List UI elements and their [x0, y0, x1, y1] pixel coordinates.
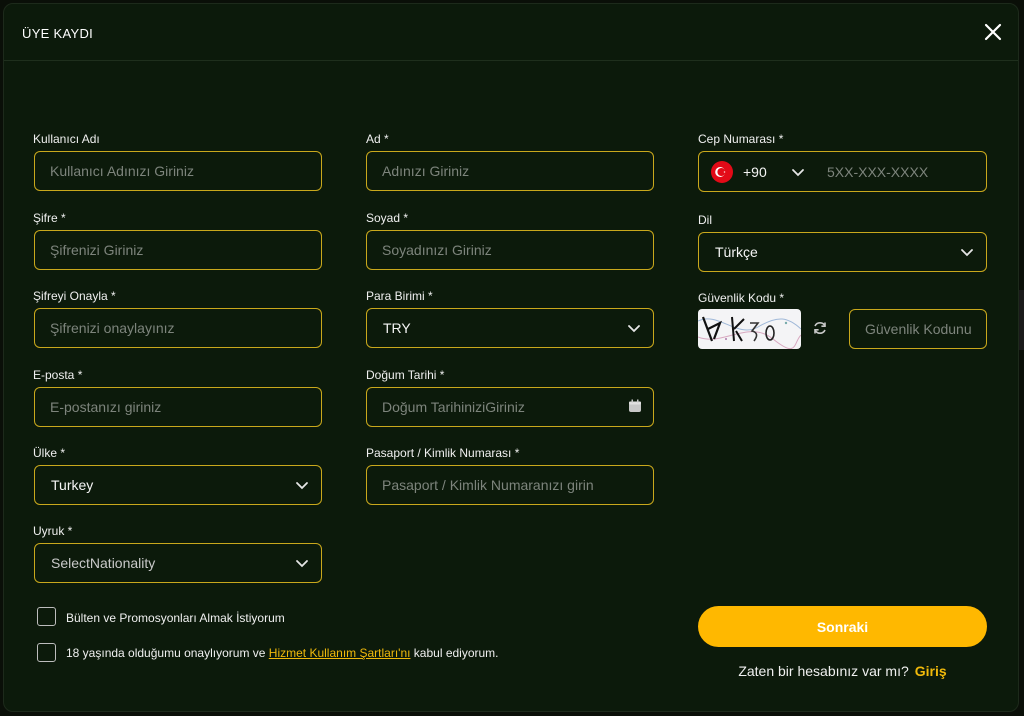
- modal-header: ÜYE KAYDI: [4, 4, 1018, 61]
- age-terms-checkbox[interactable]: [37, 643, 56, 662]
- language-label: Dil: [698, 213, 712, 227]
- first-name-label: Ad *: [366, 132, 389, 146]
- refresh-icon[interactable]: [812, 320, 828, 336]
- birth-date-wrapper: [366, 387, 654, 427]
- currency-label: Para Birimi *: [366, 289, 433, 303]
- first-name-input[interactable]: [366, 151, 654, 191]
- language-select[interactable]: Türkçe: [698, 232, 987, 272]
- calendar-icon[interactable]: [628, 399, 642, 413]
- password-confirm-input[interactable]: [34, 308, 322, 348]
- country-select[interactable]: Turkey: [34, 465, 322, 505]
- nationality-select[interactable]: SelectNationality: [34, 543, 322, 583]
- chevron-down-icon[interactable]: [791, 165, 805, 179]
- currency-value: TRY: [383, 320, 411, 336]
- turkey-flag-icon: [711, 161, 733, 183]
- nationality-label: Uyruk *: [33, 524, 73, 538]
- passport-label: Pasaport / Kimlik Numarası *: [366, 446, 520, 460]
- phone-label: Cep Numarası *: [698, 132, 784, 146]
- language-value: Türkçe: [715, 244, 758, 260]
- background-edge: [1019, 290, 1024, 350]
- password-label: Şifre *: [33, 211, 66, 225]
- currency-select[interactable]: TRY: [366, 308, 654, 348]
- captcha-label: Güvenlik Kodu *: [698, 291, 785, 305]
- country-label: Ülke *: [33, 446, 66, 460]
- modal-title: ÜYE KAYDI: [22, 26, 94, 41]
- chevron-down-icon: [961, 249, 973, 257]
- terms-link[interactable]: Hizmet Kullanım Şartları'nı: [269, 646, 411, 660]
- age-terms-prefix: 18 yaşında olduğumu onaylıyorum ve: [66, 646, 269, 660]
- age-terms-suffix: kabul ediyorum.: [410, 646, 499, 660]
- captcha-input[interactable]: [849, 309, 987, 349]
- chevron-down-icon: [628, 325, 640, 333]
- email-input[interactable]: [34, 387, 322, 427]
- chevron-down-icon: [296, 482, 308, 490]
- email-label: E-posta *: [33, 368, 83, 382]
- username-input[interactable]: [34, 151, 322, 191]
- phone-input[interactable]: [817, 152, 985, 191]
- captcha-image: [698, 309, 801, 349]
- passport-input[interactable]: [366, 465, 654, 505]
- phone-field: +90: [698, 151, 987, 192]
- password-confirm-label: Şifreyi Onayla *: [33, 289, 116, 303]
- phone-country-code: +90: [743, 164, 767, 180]
- newsletter-text: Bülten ve Promosyonları Almak İstiyorum: [66, 611, 285, 625]
- login-prompt: Zaten bir hesabınız var mı?: [738, 663, 909, 679]
- last-name-input[interactable]: [366, 230, 654, 270]
- close-icon[interactable]: [982, 21, 1004, 43]
- username-label: Kullanıcı Adı: [33, 132, 100, 146]
- nationality-value: SelectNationality: [51, 555, 156, 571]
- login-prompt-line: Zaten bir hesabınız var mı? Giriş: [698, 663, 987, 679]
- age-terms-text: 18 yaşında olduğumu onaylıyorum ve Hizme…: [66, 646, 499, 660]
- login-link[interactable]: Giriş: [915, 663, 947, 679]
- registration-modal: ÜYE KAYDI Kullanıcı Adı Şifre * Şifreyi …: [3, 3, 1019, 712]
- last-name-label: Soyad *: [366, 211, 409, 225]
- birth-date-input[interactable]: [366, 387, 654, 427]
- password-input[interactable]: [34, 230, 322, 270]
- next-button[interactable]: Sonraki: [698, 606, 987, 647]
- chevron-down-icon: [296, 560, 308, 568]
- country-value: Turkey: [51, 477, 94, 493]
- birth-date-label: Doğum Tarihi *: [366, 368, 445, 382]
- newsletter-checkbox[interactable]: [37, 607, 56, 626]
